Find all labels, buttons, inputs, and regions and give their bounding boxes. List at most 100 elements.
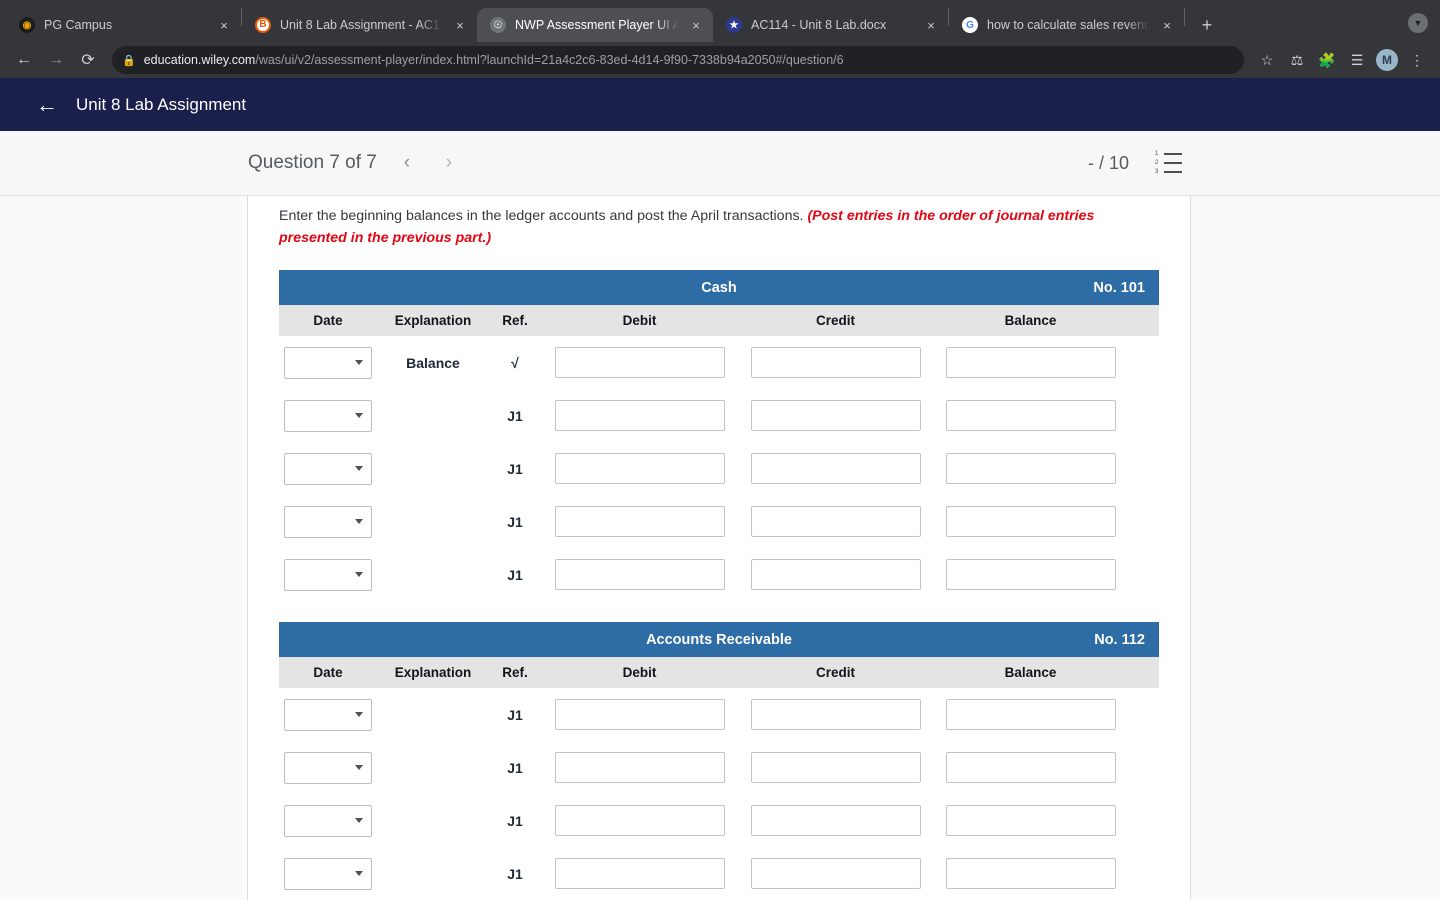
- browser-toolbar: ← → ⟳ 🔒 education.wiley.com/was/ui/v2/as…: [0, 42, 1440, 78]
- credit-input[interactable]: [750, 752, 921, 783]
- list-icon-number: 2: [1155, 160, 1159, 166]
- balance-input[interactable]: [945, 858, 1116, 889]
- credit-input[interactable]: [750, 453, 921, 484]
- next-question-button[interactable]: ›: [437, 152, 461, 174]
- credit-cell: [738, 400, 933, 431]
- question-list-icon[interactable]: 1 2 3: [1155, 151, 1182, 175]
- debit-input[interactable]: [554, 805, 725, 836]
- ledger-column-headers: Date Explanation Ref. Debit Credit Balance: [279, 305, 1159, 336]
- date-cell: [279, 698, 377, 731]
- reload-button[interactable]: ⟳: [74, 46, 102, 74]
- date-select[interactable]: [284, 399, 372, 432]
- browser-tab-nwp-assessment-player[interactable]: ☉ NWP Assessment Player UI App ×: [477, 8, 713, 42]
- chevron-down-icon: [355, 818, 363, 823]
- table-row: J1: [279, 548, 1159, 601]
- balance-cell: [933, 805, 1128, 836]
- tab-close-icon[interactable]: ×: [923, 17, 939, 33]
- date-select[interactable]: [284, 804, 372, 837]
- app-header: ← Unit 8 Lab Assignment: [0, 78, 1440, 131]
- address-bar[interactable]: 🔒 education.wiley.com/was/ui/v2/assessme…: [112, 46, 1244, 74]
- debit-input[interactable]: [554, 858, 725, 889]
- credit-input[interactable]: [750, 699, 921, 730]
- date-select[interactable]: [284, 698, 372, 731]
- balance-input[interactable]: [945, 506, 1116, 537]
- debit-input[interactable]: [554, 347, 725, 378]
- ref-label: J1: [507, 460, 523, 477]
- chevron-down-icon: [355, 360, 363, 365]
- puzzle-icon[interactable]: 🧩: [1314, 47, 1340, 73]
- credit-input[interactable]: [750, 506, 921, 537]
- balance-input[interactable]: [945, 400, 1116, 431]
- tab-close-icon[interactable]: ×: [216, 17, 232, 33]
- table-row: J1: [279, 741, 1159, 794]
- ref-cell: J1: [489, 408, 541, 424]
- chevron-down-icon: [355, 871, 363, 876]
- balance-input[interactable]: [945, 347, 1116, 378]
- avatar[interactable]: M: [1374, 47, 1400, 73]
- credit-cell: [738, 805, 933, 836]
- balance-input[interactable]: [945, 559, 1116, 590]
- browser-tab-google-search[interactable]: G how to calculate sales revenue ×: [949, 8, 1184, 42]
- date-select[interactable]: [284, 452, 372, 485]
- account-number: No. 101: [1093, 279, 1145, 296]
- ledger-table: Cash No. 101 Date Explanation Ref. Debit Credi…: [279, 270, 1159, 601]
- balance-input[interactable]: [945, 752, 1116, 783]
- debit-input[interactable]: [554, 506, 725, 537]
- debit-input[interactable]: [554, 400, 725, 431]
- app-back-arrow-icon[interactable]: ←: [36, 93, 58, 116]
- ref-cell: J1: [489, 514, 541, 530]
- forward-button[interactable]: →: [42, 46, 70, 74]
- credit-cell: [738, 453, 933, 484]
- browser-tab-unit8-lab[interactable]: B Unit 8 Lab Assignment - AC114 ×: [242, 8, 477, 42]
- new-tab-button[interactable]: +: [1193, 11, 1221, 39]
- debit-input[interactable]: [554, 699, 725, 730]
- date-select[interactable]: [284, 751, 372, 784]
- date-select[interactable]: [284, 346, 372, 379]
- list-icon-bar: [1164, 162, 1182, 164]
- debit-input[interactable]: [554, 559, 725, 590]
- window-menu-icon[interactable]: ▼: [1408, 13, 1428, 33]
- date-select[interactable]: [284, 857, 372, 890]
- debit-input[interactable]: [554, 453, 725, 484]
- column-header-ref: Ref.: [502, 665, 528, 680]
- credit-input[interactable]: [750, 347, 921, 378]
- balance-input[interactable]: [945, 453, 1116, 484]
- chevron-down-icon: [355, 712, 363, 717]
- browser-tab-ac114-docx[interactable]: ★ AC114 - Unit 8 Lab.docx ×: [713, 8, 948, 42]
- tab-close-icon[interactable]: ×: [452, 17, 468, 33]
- date-select[interactable]: [284, 505, 372, 538]
- table-row: J1: [279, 442, 1159, 495]
- credit-input[interactable]: [750, 805, 921, 836]
- back-button[interactable]: ←: [10, 46, 38, 74]
- credit-input[interactable]: [750, 858, 921, 889]
- column-header-date: Date: [313, 665, 343, 680]
- previous-question-button[interactable]: ‹: [395, 152, 419, 174]
- debit-cell: [541, 453, 738, 484]
- reading-list-icon[interactable]: ☰: [1344, 47, 1370, 73]
- bookmark-star-icon[interactable]: ☆: [1254, 47, 1280, 73]
- tab-close-icon[interactable]: ×: [688, 17, 704, 33]
- account-name: Accounts Receivable: [646, 631, 792, 648]
- balance-input[interactable]: [945, 699, 1116, 730]
- date-select[interactable]: [284, 558, 372, 591]
- credit-input[interactable]: [750, 559, 921, 590]
- balance-input[interactable]: [945, 805, 1116, 836]
- ledger-title-bar: Cash No. 101: [279, 270, 1159, 305]
- browser-tab-pg-campus[interactable]: ◉ PG Campus ×: [6, 8, 241, 42]
- debit-cell: [541, 752, 738, 783]
- credit-input[interactable]: [750, 400, 921, 431]
- word-doc-icon: ★: [726, 17, 742, 33]
- browser-menu-icon[interactable]: ⋮: [1404, 47, 1430, 73]
- tab-close-icon[interactable]: ×: [1159, 17, 1175, 33]
- debit-cell: [541, 699, 738, 730]
- debit-input[interactable]: [554, 752, 725, 783]
- column-header-ref: Ref.: [502, 313, 528, 328]
- date-cell: [279, 452, 377, 485]
- list-icon-row: 2: [1155, 160, 1182, 166]
- extension-generic-icon[interactable]: ⚖: [1284, 47, 1310, 73]
- ref-cell: J1: [489, 567, 541, 583]
- ledger-column-headers: Date Explanation Ref. Debit Credit Balance: [279, 657, 1159, 688]
- balance-cell: [933, 347, 1128, 378]
- table-row: J1: [279, 794, 1159, 847]
- ref-cell: J1: [489, 461, 541, 477]
